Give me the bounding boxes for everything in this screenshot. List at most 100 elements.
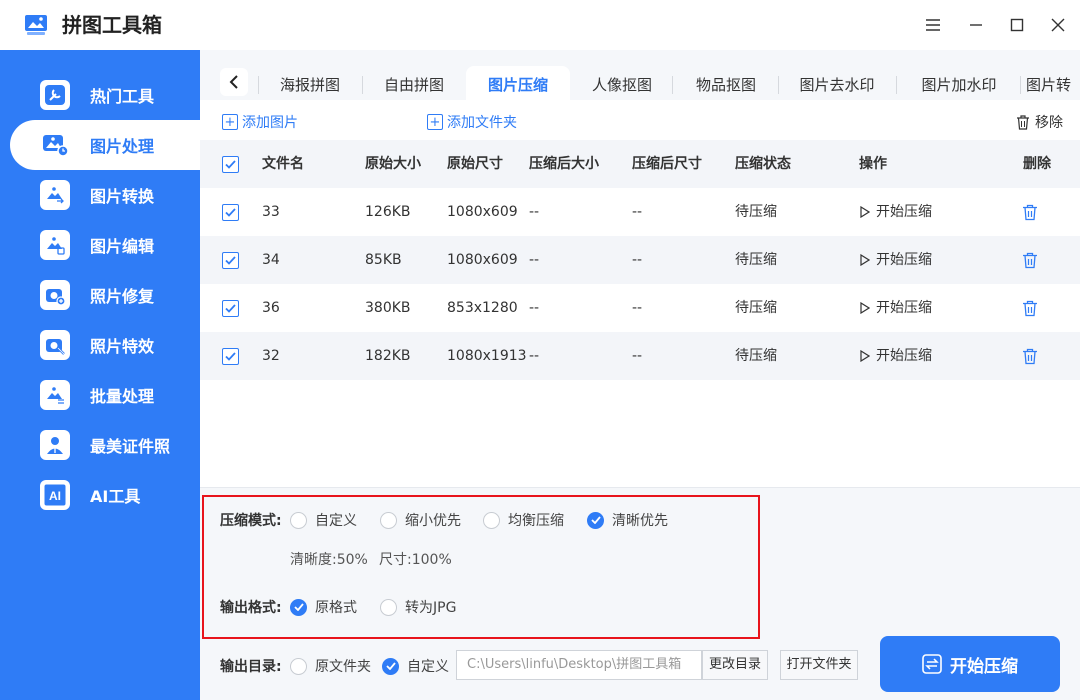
tab-portrait-cutout[interactable]: 人像抠图 [574,66,670,100]
start-compress-row-button[interactable]: 开始压缩 [860,284,932,332]
header-action: 操作 [859,156,887,172]
delete-row-trash-icon[interactable] [1022,348,1038,365]
sidebar-item-label: 图片转换 [90,187,155,206]
table-row[interactable]: 32 182KB 1080x1913 -- -- 待压缩 开始压缩 [200,332,1080,380]
delete-row-trash-icon[interactable] [1022,252,1038,269]
header-compressed-size: 压缩后大小 [529,156,599,172]
sidebar-item-label: AI工具 [90,487,141,506]
output-path-field[interactable]: C:\Users\linfu\Desktop\拼图工具箱 [456,650,702,680]
cell-original-dims: 1080x609 [447,204,518,220]
start-compress-label: 开始压缩 [876,348,932,364]
open-folder-button[interactable]: 打开文件夹 [780,650,858,680]
cell-filename: 36 [262,300,280,316]
compress-mode-label: 压缩模式: [220,513,282,529]
header-filename: 文件名 [262,156,304,172]
header-original-dims: 原始尺寸 [447,156,503,172]
play-icon [860,350,870,362]
add-image-button[interactable]: + 添加图片 [222,112,298,132]
cell-compressed-size: -- [529,348,540,364]
delete-row-trash-icon[interactable] [1022,300,1038,317]
sidebar-item-image-convert[interactable]: 图片转换 [10,170,200,220]
start-compress-row-button[interactable]: 开始压缩 [860,188,932,236]
cell-compressed-size: -- [529,300,540,316]
close-icon[interactable] [1045,12,1071,38]
remove-button[interactable]: 移除 [1016,112,1063,132]
sidebar-item-photo-repair[interactable]: 照片修复 [10,270,200,320]
row-checkbox[interactable] [222,300,239,317]
add-folder-icon: + [427,114,443,130]
tab-scroll-left-icon[interactable] [220,68,248,96]
compress-settings-panel: 压缩模式: 自定义 缩小优先 均衡压缩 清晰优先 清晰度:50% 尺寸:100%… [200,487,1080,700]
sidebar-item-batch-process[interactable]: 批量处理 [10,370,200,420]
tab-image-convert-partial[interactable]: 图片转 [1026,66,1080,100]
tab-divider [672,76,673,94]
minimize-icon[interactable] [963,12,989,38]
cell-status: 待压缩 [735,348,777,364]
header-delete: 删除 [1023,156,1051,172]
table-row[interactable]: 34 85KB 1080x609 -- -- 待压缩 开始压缩 [200,236,1080,284]
maximize-icon[interactable] [1004,12,1030,38]
sidebar-item-id-photo[interactable]: 最美证件照 [10,420,200,470]
cell-compressed-dims: -- [632,204,643,220]
table-row[interactable]: 33 126KB 1080x609 -- -- 待压缩 开始压缩 [200,188,1080,236]
mode-balanced-radio[interactable]: 均衡压缩 [483,510,564,530]
sidebar-item-hot-tools[interactable]: 热门工具 [10,70,200,120]
sidebar-item-ai-tools[interactable]: AI AI工具 [10,470,200,520]
delete-row-trash-icon[interactable] [1022,204,1038,221]
sidebar-item-photo-effect[interactable]: 照片特效 [10,320,200,370]
format-jpg-radio[interactable]: 转为JPG [380,597,456,617]
tab-free-collage[interactable]: 自由拼图 [366,66,462,100]
tab-divider [258,76,259,94]
sidebar-item-label: 热门工具 [90,87,155,106]
photo-repair-icon [40,280,70,310]
cell-compressed-size: -- [529,252,540,268]
tab-object-cutout[interactable]: 物品抠图 [676,66,776,100]
output-original-folder-radio[interactable]: 原文件夹 [290,656,371,676]
header-compressed-dims: 压缩后尺寸 [632,156,702,172]
add-folder-button[interactable]: + 添加文件夹 [427,112,517,132]
tab-add-watermark[interactable]: 图片加水印 [900,66,1018,100]
tab-poster-collage[interactable]: 海报拼图 [262,66,358,100]
mode-clarity-priority-radio[interactable]: 清晰优先 [587,510,668,530]
tab-divider [778,76,779,94]
tab-remove-watermark[interactable]: 图片去水印 [782,66,892,100]
output-custom-radio[interactable]: 自定义 [382,656,449,676]
cell-compressed-dims: -- [632,348,643,364]
menu-icon[interactable] [920,12,946,38]
cell-filename: 32 [262,348,280,364]
sidebar-item-image-edit[interactable]: 图片编辑 [10,220,200,270]
sidebar-item-label: 最美证件照 [90,437,171,456]
start-compress-row-button[interactable]: 开始压缩 [860,332,932,380]
cell-compressed-dims: -- [632,252,643,268]
row-checkbox[interactable] [222,252,239,269]
start-compress-row-button[interactable]: 开始压缩 [860,236,932,284]
hot-tools-icon [40,80,70,110]
header-original-size: 原始大小 [365,156,421,172]
start-compress-button[interactable]: 开始压缩 [880,636,1060,692]
cell-status: 待压缩 [735,204,777,220]
table-row[interactable]: 36 380KB 853x1280 -- -- 待压缩 开始压缩 [200,284,1080,332]
sidebar-item-label: 批量处理 [90,387,155,406]
id-photo-icon [40,430,70,460]
cell-original-dims: 1080x609 [447,252,518,268]
image-edit-icon [40,230,70,260]
title-bar: 拼图工具箱 [0,0,1080,50]
mode-size-priority-radio[interactable]: 缩小优先 [380,510,461,530]
tab-image-compress[interactable]: 图片压缩 [466,66,570,100]
cell-status: 待压缩 [735,300,777,316]
row-checkbox[interactable] [222,204,239,221]
highlight-box [202,495,760,639]
image-process-icon [40,130,70,160]
cell-filename: 33 [262,204,280,220]
size-value: 尺寸:100% [379,552,452,568]
radio-dot [290,511,307,529]
format-original-radio[interactable]: 原格式 [290,597,357,617]
image-convert-icon [40,180,70,210]
output-format-label: 输出格式: [220,600,282,616]
sidebar-item-image-process[interactable]: 图片处理 [10,120,200,170]
change-dir-button[interactable]: 更改目录 [702,650,768,680]
tab-divider [896,76,897,94]
mode-custom-radio[interactable]: 自定义 [290,510,357,530]
select-all-checkbox[interactable] [222,156,239,173]
row-checkbox[interactable] [222,348,239,365]
